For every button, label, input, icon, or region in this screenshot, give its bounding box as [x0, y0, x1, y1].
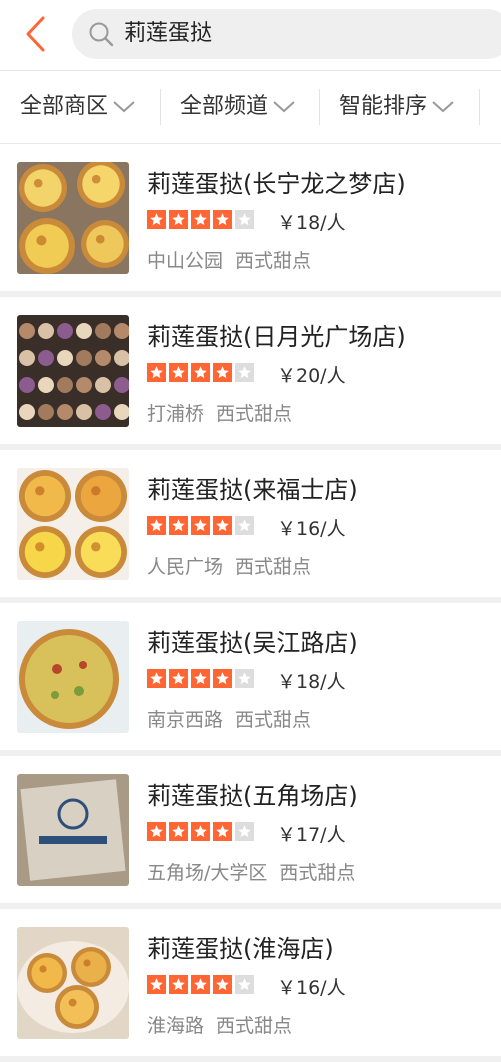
filter-district[interactable]: 全部商区 [20, 71, 136, 143]
shop-price: ￥16/人 [277, 977, 346, 999]
shop-category: 西式甜点 [216, 403, 293, 425]
shop-area: 打浦桥 [147, 403, 205, 425]
shop-photo [17, 774, 129, 886]
star-icon [213, 516, 232, 535]
star-icon [213, 363, 232, 382]
star-icon [235, 363, 254, 382]
star-icon [235, 210, 254, 229]
shop-photo [17, 468, 129, 580]
star-icon [147, 975, 166, 994]
shop-price: ￥18/人 [277, 671, 346, 693]
shop-photo [17, 927, 129, 1039]
star-icon [169, 822, 188, 841]
star-icon [235, 975, 254, 994]
filter-channel-label: 全部频道 [180, 94, 269, 119]
shop-list-item[interactable]: 莉莲蛋挞(吴江路店) ￥18/人 南京西路 西式甜点 [0, 603, 501, 750]
shop-list-item[interactable]: 莉莲蛋挞(淮海店) ￥16/人 淮海路 西式甜点 [0, 909, 501, 1056]
star-icon [147, 669, 166, 688]
shop-category: 西式甜点 [235, 709, 312, 731]
shop-list-item[interactable]: 莉莲蛋挞(日月光广场店) ￥20/人 打浦桥 西式甜点 [0, 297, 501, 444]
filter-sort[interactable]: 智能排序 [339, 71, 455, 143]
divider [160, 89, 161, 125]
shop-meta: 中山公园 西式甜点 [147, 246, 311, 273]
shop-area: 中山公园 [147, 250, 224, 272]
search-icon [89, 22, 114, 47]
star-icon [191, 975, 210, 994]
shop-list-item[interactable]: 莉莲蛋挞(长宁龙之梦店) ￥18/人 中山公园 西式甜点 [0, 144, 501, 291]
shop-price: ￥16/人 [277, 518, 346, 540]
shop-area: 南京西路 [147, 709, 224, 731]
search-query[interactable]: 莉莲蛋挞 [124, 9, 212, 59]
filter-channel[interactable]: 全部频道 [180, 71, 296, 143]
chevron-down-icon [113, 101, 135, 113]
star-rating [147, 669, 254, 688]
divider [319, 89, 320, 125]
shop-category: 西式甜点 [216, 1015, 293, 1037]
shop-name: 莉莲蛋挞(日月光广场店) [147, 323, 406, 351]
shop-name: 莉莲蛋挞(长宁龙之梦店) [147, 170, 406, 198]
star-icon [191, 363, 210, 382]
star-icon [235, 669, 254, 688]
chevron-down-icon [432, 101, 454, 113]
star-icon [235, 822, 254, 841]
star-icon [169, 516, 188, 535]
star-icon [191, 822, 210, 841]
star-icon [147, 210, 166, 229]
shop-price: ￥18/人 [277, 212, 346, 234]
star-icon [147, 822, 166, 841]
star-icon [169, 975, 188, 994]
star-icon [213, 210, 232, 229]
shop-category: 西式甜点 [235, 556, 312, 578]
divider [479, 89, 480, 125]
filter-bar: 全部商区 全部频道 智能排序 [0, 71, 501, 144]
shop-area: 淮海路 [147, 1015, 205, 1037]
star-icon [213, 975, 232, 994]
shop-photo [17, 315, 129, 427]
filter-district-label: 全部商区 [20, 94, 109, 119]
star-icon [213, 822, 232, 841]
shop-name: 莉莲蛋挞(吴江路店) [147, 629, 358, 657]
star-icon [169, 669, 188, 688]
filter-sort-label: 智能排序 [339, 94, 428, 119]
shop-meta: 淮海路 西式甜点 [147, 1011, 292, 1038]
shop-list: 莉莲蛋挞(长宁龙之梦店) ￥18/人 中山公园 西式甜点 莉莲蛋挞(日月光广场店)… [0, 144, 501, 1062]
shop-meta: 南京西路 西式甜点 [147, 705, 311, 732]
star-rating [147, 975, 254, 994]
shop-category: 西式甜点 [279, 862, 356, 884]
star-rating [147, 822, 254, 841]
shop-list-item[interactable]: 莉莲蛋挞(来福士店) ￥16/人 人民广场 西式甜点 [0, 450, 501, 597]
star-icon [169, 363, 188, 382]
shop-name: 莉莲蛋挞(来福士店) [147, 476, 358, 504]
shop-photo [17, 162, 129, 274]
list-separator [0, 1056, 501, 1062]
star-icon [191, 516, 210, 535]
shop-area: 五角场/大学区 [147, 862, 268, 884]
shop-area: 人民广场 [147, 556, 224, 578]
shop-photo [17, 621, 129, 733]
search-box[interactable]: 莉莲蛋挞 [72, 9, 501, 59]
shop-list-item[interactable]: 莉莲蛋挞(五角场店) ￥17/人 五角场/大学区 西式甜点 [0, 756, 501, 903]
star-icon [169, 210, 188, 229]
shop-meta: 打浦桥 西式甜点 [147, 399, 292, 426]
chevron-left-icon [26, 16, 45, 52]
shop-price: ￥17/人 [277, 824, 346, 846]
shop-meta: 五角场/大学区 西式甜点 [147, 858, 355, 885]
shop-name: 莉莲蛋挞(五角场店) [147, 782, 358, 810]
shop-meta: 人民广场 西式甜点 [147, 552, 311, 579]
star-icon [147, 363, 166, 382]
back-button[interactable] [18, 14, 52, 54]
chevron-down-icon [273, 101, 295, 113]
star-icon [191, 210, 210, 229]
top-bar: 莉莲蛋挞 [0, 0, 501, 71]
star-rating [147, 516, 254, 535]
shop-category: 西式甜点 [235, 250, 312, 272]
star-rating [147, 210, 254, 229]
star-icon [147, 516, 166, 535]
shop-name: 莉莲蛋挞(淮海店) [147, 935, 334, 963]
star-icon [213, 669, 232, 688]
star-icon [235, 516, 254, 535]
star-rating [147, 363, 254, 382]
star-icon [191, 669, 210, 688]
shop-price: ￥20/人 [277, 365, 346, 387]
